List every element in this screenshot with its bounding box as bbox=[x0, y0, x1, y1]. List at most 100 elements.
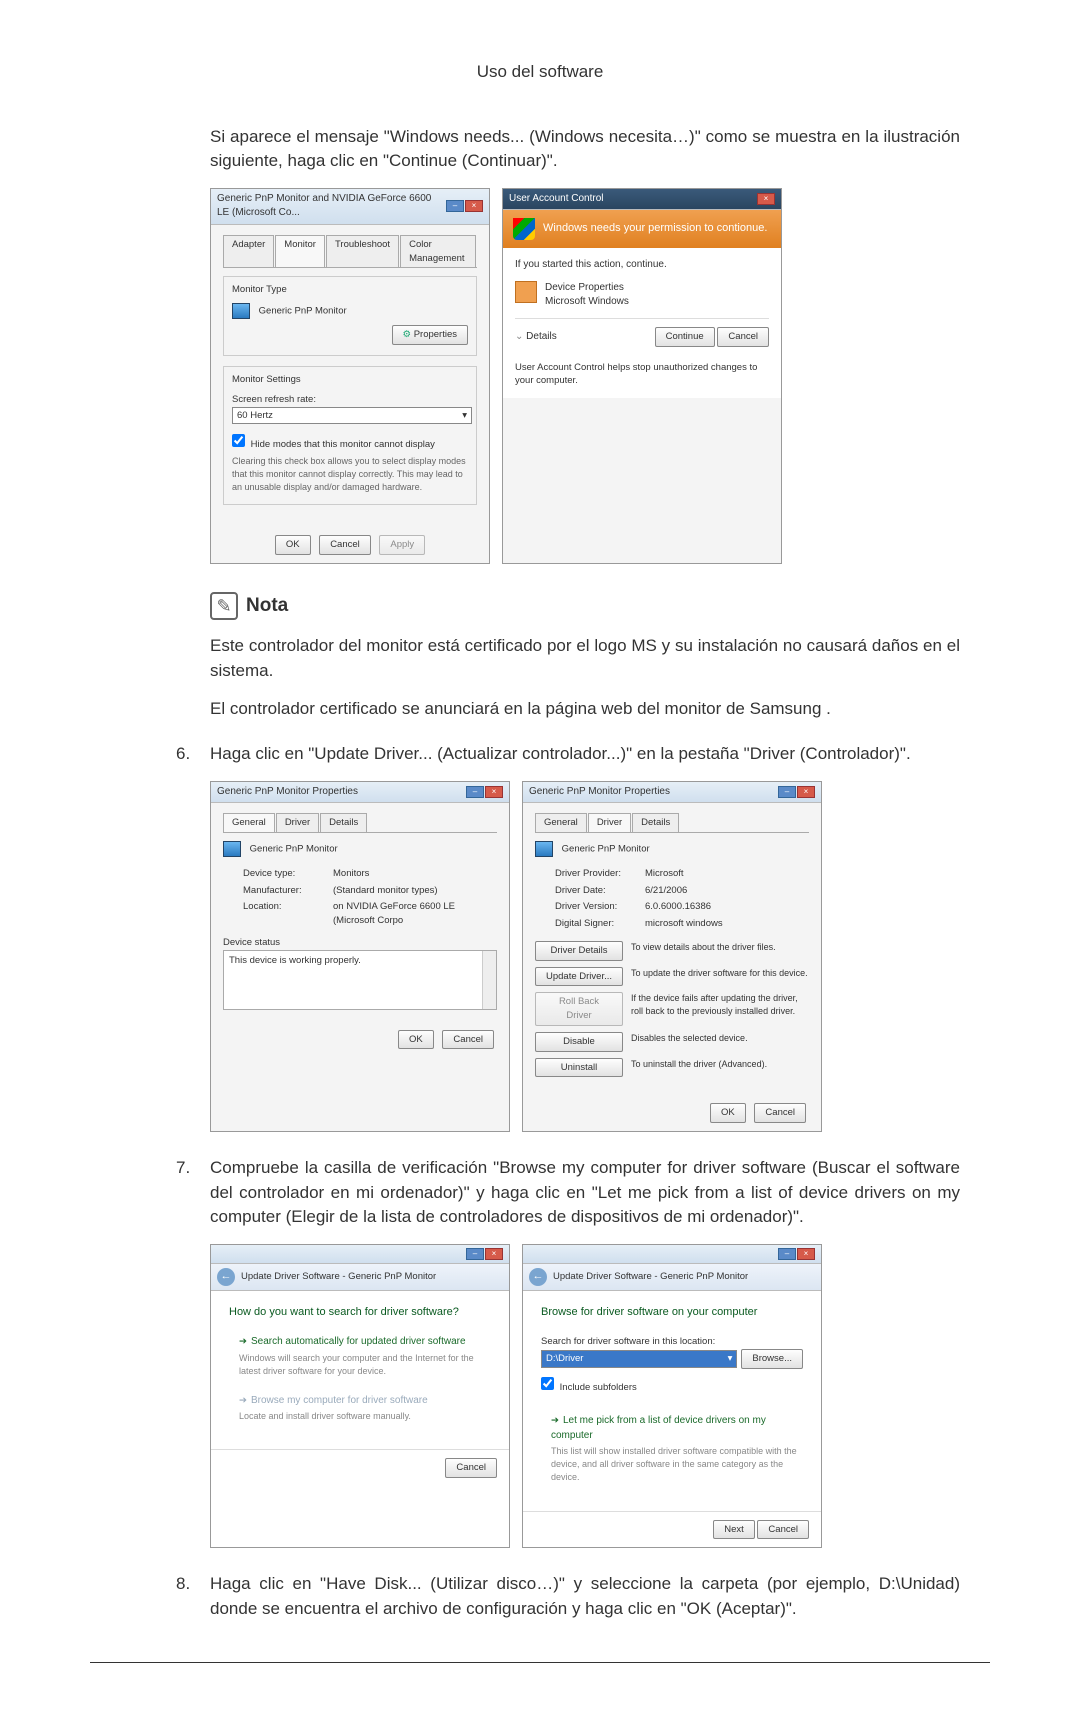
option-title: Browse my computer for driver software bbox=[251, 1395, 428, 1406]
figure-row-1: Generic PnP Monitor and NVIDIA GeForce 6… bbox=[210, 188, 960, 564]
driver-desc: Disables the selected device. bbox=[631, 1032, 809, 1045]
minimize-icon[interactable]: – bbox=[778, 786, 796, 798]
monitor-icon bbox=[232, 303, 250, 319]
refresh-rate-label: Screen refresh rate: bbox=[232, 393, 468, 407]
wizard-option-auto[interactable]: ➔Search automatically for updated driver… bbox=[229, 1335, 491, 1378]
option-desc: Windows will search your computer and th… bbox=[239, 1352, 491, 1378]
uac-titlebar: User Account Control × bbox=[503, 189, 781, 211]
tabs: Adapter Monitor Troubleshoot Color Manag… bbox=[223, 235, 477, 269]
uac-footer-text: User Account Control helps stop unauthor… bbox=[515, 361, 769, 389]
arrow-icon: ➔ bbox=[551, 1415, 559, 1426]
ok-button[interactable]: OK bbox=[398, 1030, 434, 1050]
chevron-down-icon[interactable]: ⌄ bbox=[515, 331, 523, 342]
option-title: Search automatically for updated driver … bbox=[251, 1336, 466, 1347]
uninstall-button[interactable]: Uninstall bbox=[535, 1058, 623, 1078]
shield-icon bbox=[513, 218, 535, 240]
include-subfolders-label: Include subfolders bbox=[560, 1382, 637, 1393]
minimize-icon[interactable]: – bbox=[446, 200, 464, 212]
cancel-button[interactable]: Cancel bbox=[445, 1458, 497, 1478]
cancel-button[interactable]: Cancel bbox=[442, 1030, 494, 1050]
path-input[interactable]: D:\Driver ▾ bbox=[541, 1350, 737, 1368]
close-icon[interactable]: × bbox=[797, 1248, 815, 1260]
next-button[interactable]: Next bbox=[713, 1520, 755, 1540]
refresh-rate-value: 60 Hertz bbox=[237, 409, 273, 423]
kv-label: Driver Version: bbox=[555, 900, 645, 914]
close-icon[interactable]: × bbox=[485, 786, 503, 798]
uac-prog-publisher: Microsoft Windows bbox=[545, 295, 629, 310]
breadcrumb: ← Update Driver Software - Generic PnP M… bbox=[523, 1264, 821, 1291]
minimize-icon[interactable]: – bbox=[778, 1248, 796, 1260]
monitor-type-fieldset: Monitor Type Generic PnP Monitor Propert… bbox=[223, 276, 477, 356]
tab-adapter[interactable]: Adapter bbox=[223, 235, 274, 268]
driver-desc: If the device fails after updating the d… bbox=[631, 992, 809, 1018]
close-icon[interactable]: × bbox=[465, 200, 483, 212]
kv-value: microsoft windows bbox=[645, 917, 809, 931]
rollback-driver-button[interactable]: Roll Back Driver bbox=[535, 992, 623, 1026]
kv-label: Manufacturer: bbox=[243, 884, 333, 898]
hide-modes-checkbox[interactable] bbox=[232, 434, 245, 447]
kv-label: Digital Signer: bbox=[555, 917, 645, 931]
page-header: Uso del software bbox=[90, 60, 990, 85]
update-driver-wizard-2: – × ← Update Driver Software - Generic P… bbox=[522, 1244, 822, 1548]
include-subfolders-checkbox[interactable] bbox=[541, 1377, 554, 1390]
cancel-button[interactable]: Cancel bbox=[717, 327, 769, 347]
cancel-button[interactable]: Cancel bbox=[754, 1103, 806, 1123]
disable-button[interactable]: Disable bbox=[535, 1032, 623, 1052]
dialog-title: Generic PnP Monitor Properties bbox=[217, 785, 358, 800]
kv-value: 6/21/2006 bbox=[645, 884, 809, 898]
back-icon[interactable]: ← bbox=[217, 1268, 235, 1286]
ok-button[interactable]: OK bbox=[710, 1103, 746, 1123]
browse-button[interactable]: Browse... bbox=[741, 1349, 803, 1369]
continue-button[interactable]: Continue bbox=[655, 327, 715, 347]
monitor-settings-legend: Monitor Settings bbox=[232, 373, 468, 387]
properties-button[interactable]: Properties bbox=[392, 325, 468, 345]
tab-troubleshoot[interactable]: Troubleshoot bbox=[326, 235, 399, 268]
tab-general[interactable]: General bbox=[535, 813, 587, 832]
tab-monitor[interactable]: Monitor bbox=[275, 235, 325, 268]
cancel-button[interactable]: Cancel bbox=[757, 1520, 809, 1540]
refresh-rate-dropdown[interactable]: 60 Hertz ▾ bbox=[232, 407, 472, 425]
dialog-footer: OK Cancel Apply bbox=[211, 525, 489, 563]
driver-desc: To view details about the driver files. bbox=[631, 941, 809, 954]
monitor-name: Generic PnP Monitor bbox=[259, 306, 347, 317]
close-icon[interactable]: × bbox=[797, 786, 815, 798]
wizard-option-pick-list[interactable]: ➔Let me pick from a list of device drive… bbox=[541, 1414, 803, 1484]
close-icon[interactable]: × bbox=[757, 193, 775, 205]
ok-button[interactable]: OK bbox=[275, 535, 311, 555]
minimize-icon[interactable]: – bbox=[466, 1248, 484, 1260]
tab-details[interactable]: Details bbox=[632, 813, 679, 832]
option-title: Let me pick from a list of device driver… bbox=[551, 1415, 766, 1441]
kv-value: 6.0.6000.16386 bbox=[645, 900, 809, 914]
uac-banner: Windows needs your permission to contion… bbox=[503, 210, 781, 248]
details-label[interactable]: Details bbox=[526, 331, 557, 342]
close-icon[interactable]: × bbox=[485, 1248, 503, 1260]
minimize-icon[interactable]: – bbox=[466, 786, 484, 798]
tab-color-management[interactable]: Color Management bbox=[400, 235, 476, 268]
step-7: 7. Compruebe la casilla de verificación … bbox=[176, 1156, 960, 1230]
hide-modes-label: Hide modes that this monitor cannot disp… bbox=[251, 439, 435, 450]
page-title: Uso del software bbox=[477, 62, 604, 81]
monitor-properties-dialog: Generic PnP Monitor and NVIDIA GeForce 6… bbox=[210, 188, 490, 564]
tab-details[interactable]: Details bbox=[320, 813, 367, 832]
device-status-legend: Device status bbox=[223, 936, 497, 950]
update-driver-button[interactable]: Update Driver... bbox=[535, 967, 623, 987]
note-icon: ✎ bbox=[210, 592, 238, 620]
driver-details-button[interactable]: Driver Details bbox=[535, 941, 623, 961]
driver-desc: To update the driver software for this d… bbox=[631, 967, 809, 980]
step-8: 8. Haga clic en "Have Disk... (Utilizar … bbox=[176, 1572, 960, 1621]
apply-button[interactable]: Apply bbox=[379, 535, 425, 555]
tab-general[interactable]: General bbox=[223, 813, 275, 832]
arrow-icon: ➔ bbox=[239, 1395, 247, 1406]
note-block: ✎ Nota bbox=[210, 592, 960, 620]
uac-banner-text: Windows needs your permission to contion… bbox=[543, 221, 767, 237]
update-driver-wizard-1: – × ← Update Driver Software - Generic P… bbox=[210, 1244, 510, 1548]
cancel-button[interactable]: Cancel bbox=[319, 535, 371, 555]
scrollbar[interactable] bbox=[482, 951, 496, 1009]
wizard-heading: How do you want to search for driver sof… bbox=[229, 1305, 491, 1321]
back-icon[interactable]: ← bbox=[529, 1268, 547, 1286]
step-number: 6. bbox=[176, 742, 210, 767]
wizard-option-browse[interactable]: ➔Browse my computer for driver software … bbox=[229, 1394, 491, 1424]
monitor-icon bbox=[535, 841, 553, 857]
tab-driver[interactable]: Driver bbox=[276, 813, 319, 832]
tab-driver[interactable]: Driver bbox=[588, 813, 631, 832]
